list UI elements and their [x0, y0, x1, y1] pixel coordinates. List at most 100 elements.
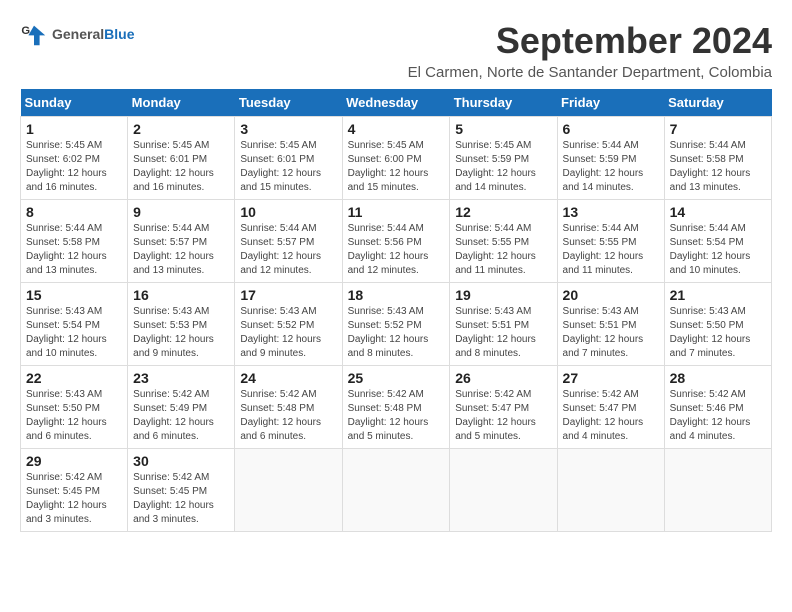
day-number: 4: [348, 121, 445, 137]
calendar-day-cell: [557, 449, 664, 532]
location-subtitle: El Carmen, Norte de Santander Department…: [134, 64, 772, 81]
day-number: 23: [133, 370, 229, 386]
day-info: Sunrise: 5:42 AM Sunset: 5:45 PM Dayligh…: [133, 471, 229, 527]
day-number: 17: [240, 287, 336, 303]
calendar-week-row: 22 Sunrise: 5:43 AM Sunset: 5:50 PM Dayl…: [21, 366, 772, 449]
day-info: Sunrise: 5:44 AM Sunset: 5:58 PM Dayligh…: [670, 139, 766, 195]
day-number: 26: [455, 370, 551, 386]
day-number: 27: [563, 370, 659, 386]
day-number: 22: [26, 370, 122, 386]
day-info: Sunrise: 5:45 AM Sunset: 6:02 PM Dayligh…: [26, 139, 122, 195]
day-number: 29: [26, 453, 122, 469]
calendar-day-cell: 10 Sunrise: 5:44 AM Sunset: 5:57 PM Dayl…: [235, 200, 342, 283]
logo: G GeneralBlue: [20, 20, 134, 48]
calendar-week-row: 29 Sunrise: 5:42 AM Sunset: 5:45 PM Dayl…: [21, 449, 772, 532]
day-info: Sunrise: 5:43 AM Sunset: 5:51 PM Dayligh…: [563, 305, 659, 361]
calendar-week-row: 8 Sunrise: 5:44 AM Sunset: 5:58 PM Dayli…: [21, 200, 772, 283]
day-number: 30: [133, 453, 229, 469]
day-info: Sunrise: 5:43 AM Sunset: 5:50 PM Dayligh…: [670, 305, 766, 361]
calendar-day-cell: 8 Sunrise: 5:44 AM Sunset: 5:58 PM Dayli…: [21, 200, 128, 283]
day-number: 28: [670, 370, 766, 386]
day-number: 3: [240, 121, 336, 137]
day-number: 11: [348, 204, 445, 220]
day-number: 20: [563, 287, 659, 303]
calendar-day-cell: 5 Sunrise: 5:45 AM Sunset: 5:59 PM Dayli…: [450, 117, 557, 200]
day-number: 14: [670, 204, 766, 220]
day-info: Sunrise: 5:43 AM Sunset: 5:52 PM Dayligh…: [348, 305, 445, 361]
day-number: 24: [240, 370, 336, 386]
calendar-day-cell: 6 Sunrise: 5:44 AM Sunset: 5:59 PM Dayli…: [557, 117, 664, 200]
calendar-day-cell: 7 Sunrise: 5:44 AM Sunset: 5:58 PM Dayli…: [664, 117, 771, 200]
calendar-day-cell: [235, 449, 342, 532]
day-info: Sunrise: 5:44 AM Sunset: 5:56 PM Dayligh…: [348, 222, 445, 278]
day-info: Sunrise: 5:42 AM Sunset: 5:46 PM Dayligh…: [670, 388, 766, 444]
day-number: 1: [26, 121, 122, 137]
day-number: 15: [26, 287, 122, 303]
calendar-day-cell: 19 Sunrise: 5:43 AM Sunset: 5:51 PM Dayl…: [450, 283, 557, 366]
day-info: Sunrise: 5:42 AM Sunset: 5:45 PM Dayligh…: [26, 471, 122, 527]
month-year-title: September 2024: [134, 20, 772, 62]
day-number: 2: [133, 121, 229, 137]
day-info: Sunrise: 5:42 AM Sunset: 5:47 PM Dayligh…: [455, 388, 551, 444]
calendar-day-cell: 16 Sunrise: 5:43 AM Sunset: 5:53 PM Dayl…: [128, 283, 235, 366]
logo-text: GeneralBlue: [52, 26, 134, 42]
calendar-day-cell: 27 Sunrise: 5:42 AM Sunset: 5:47 PM Dayl…: [557, 366, 664, 449]
calendar-day-cell: [342, 449, 450, 532]
day-info: Sunrise: 5:43 AM Sunset: 5:53 PM Dayligh…: [133, 305, 229, 361]
calendar-day-cell: 22 Sunrise: 5:43 AM Sunset: 5:50 PM Dayl…: [21, 366, 128, 449]
calendar-day-cell: 17 Sunrise: 5:43 AM Sunset: 5:52 PM Dayl…: [235, 283, 342, 366]
day-info: Sunrise: 5:42 AM Sunset: 5:47 PM Dayligh…: [563, 388, 659, 444]
day-info: Sunrise: 5:42 AM Sunset: 5:48 PM Dayligh…: [348, 388, 445, 444]
header-sunday: Sunday: [21, 89, 128, 117]
day-number: 16: [133, 287, 229, 303]
day-number: 12: [455, 204, 551, 220]
calendar-day-cell: 21 Sunrise: 5:43 AM Sunset: 5:50 PM Dayl…: [664, 283, 771, 366]
calendar-day-cell: 29 Sunrise: 5:42 AM Sunset: 5:45 PM Dayl…: [21, 449, 128, 532]
calendar-day-cell: 4 Sunrise: 5:45 AM Sunset: 6:00 PM Dayli…: [342, 117, 450, 200]
day-info: Sunrise: 5:43 AM Sunset: 5:54 PM Dayligh…: [26, 305, 122, 361]
calendar-day-cell: [450, 449, 557, 532]
calendar-day-cell: [664, 449, 771, 532]
day-info: Sunrise: 5:45 AM Sunset: 6:00 PM Dayligh…: [348, 139, 445, 195]
day-info: Sunrise: 5:44 AM Sunset: 5:54 PM Dayligh…: [670, 222, 766, 278]
day-number: 9: [133, 204, 229, 220]
header-saturday: Saturday: [664, 89, 771, 117]
calendar-day-cell: 26 Sunrise: 5:42 AM Sunset: 5:47 PM Dayl…: [450, 366, 557, 449]
day-number: 6: [563, 121, 659, 137]
weekday-header-row: Sunday Monday Tuesday Wednesday Thursday…: [21, 89, 772, 117]
day-info: Sunrise: 5:44 AM Sunset: 5:57 PM Dayligh…: [240, 222, 336, 278]
day-info: Sunrise: 5:43 AM Sunset: 5:52 PM Dayligh…: [240, 305, 336, 361]
logo-icon: G: [20, 20, 48, 48]
day-number: 25: [348, 370, 445, 386]
day-info: Sunrise: 5:42 AM Sunset: 5:48 PM Dayligh…: [240, 388, 336, 444]
calendar-day-cell: 2 Sunrise: 5:45 AM Sunset: 6:01 PM Dayli…: [128, 117, 235, 200]
day-info: Sunrise: 5:44 AM Sunset: 5:57 PM Dayligh…: [133, 222, 229, 278]
day-number: 21: [670, 287, 766, 303]
calendar-day-cell: 15 Sunrise: 5:43 AM Sunset: 5:54 PM Dayl…: [21, 283, 128, 366]
calendar-day-cell: 24 Sunrise: 5:42 AM Sunset: 5:48 PM Dayl…: [235, 366, 342, 449]
calendar-day-cell: 28 Sunrise: 5:42 AM Sunset: 5:46 PM Dayl…: [664, 366, 771, 449]
day-number: 19: [455, 287, 551, 303]
calendar-week-row: 15 Sunrise: 5:43 AM Sunset: 5:54 PM Dayl…: [21, 283, 772, 366]
header-tuesday: Tuesday: [235, 89, 342, 117]
calendar-day-cell: 3 Sunrise: 5:45 AM Sunset: 6:01 PM Dayli…: [235, 117, 342, 200]
calendar-day-cell: 11 Sunrise: 5:44 AM Sunset: 5:56 PM Dayl…: [342, 200, 450, 283]
day-number: 18: [348, 287, 445, 303]
day-number: 13: [563, 204, 659, 220]
day-info: Sunrise: 5:44 AM Sunset: 5:59 PM Dayligh…: [563, 139, 659, 195]
calendar-day-cell: 9 Sunrise: 5:44 AM Sunset: 5:57 PM Dayli…: [128, 200, 235, 283]
day-number: 10: [240, 204, 336, 220]
calendar-day-cell: 23 Sunrise: 5:42 AM Sunset: 5:49 PM Dayl…: [128, 366, 235, 449]
calendar-week-row: 1 Sunrise: 5:45 AM Sunset: 6:02 PM Dayli…: [21, 117, 772, 200]
day-number: 8: [26, 204, 122, 220]
calendar-day-cell: 25 Sunrise: 5:42 AM Sunset: 5:48 PM Dayl…: [342, 366, 450, 449]
header-friday: Friday: [557, 89, 664, 117]
calendar-day-cell: 14 Sunrise: 5:44 AM Sunset: 5:54 PM Dayl…: [664, 200, 771, 283]
calendar-day-cell: 30 Sunrise: 5:42 AM Sunset: 5:45 PM Dayl…: [128, 449, 235, 532]
header-thursday: Thursday: [450, 89, 557, 117]
day-info: Sunrise: 5:43 AM Sunset: 5:51 PM Dayligh…: [455, 305, 551, 361]
calendar-day-cell: 12 Sunrise: 5:44 AM Sunset: 5:55 PM Dayl…: [450, 200, 557, 283]
calendar-day-cell: 18 Sunrise: 5:43 AM Sunset: 5:52 PM Dayl…: [342, 283, 450, 366]
header-wednesday: Wednesday: [342, 89, 450, 117]
day-info: Sunrise: 5:44 AM Sunset: 5:58 PM Dayligh…: [26, 222, 122, 278]
